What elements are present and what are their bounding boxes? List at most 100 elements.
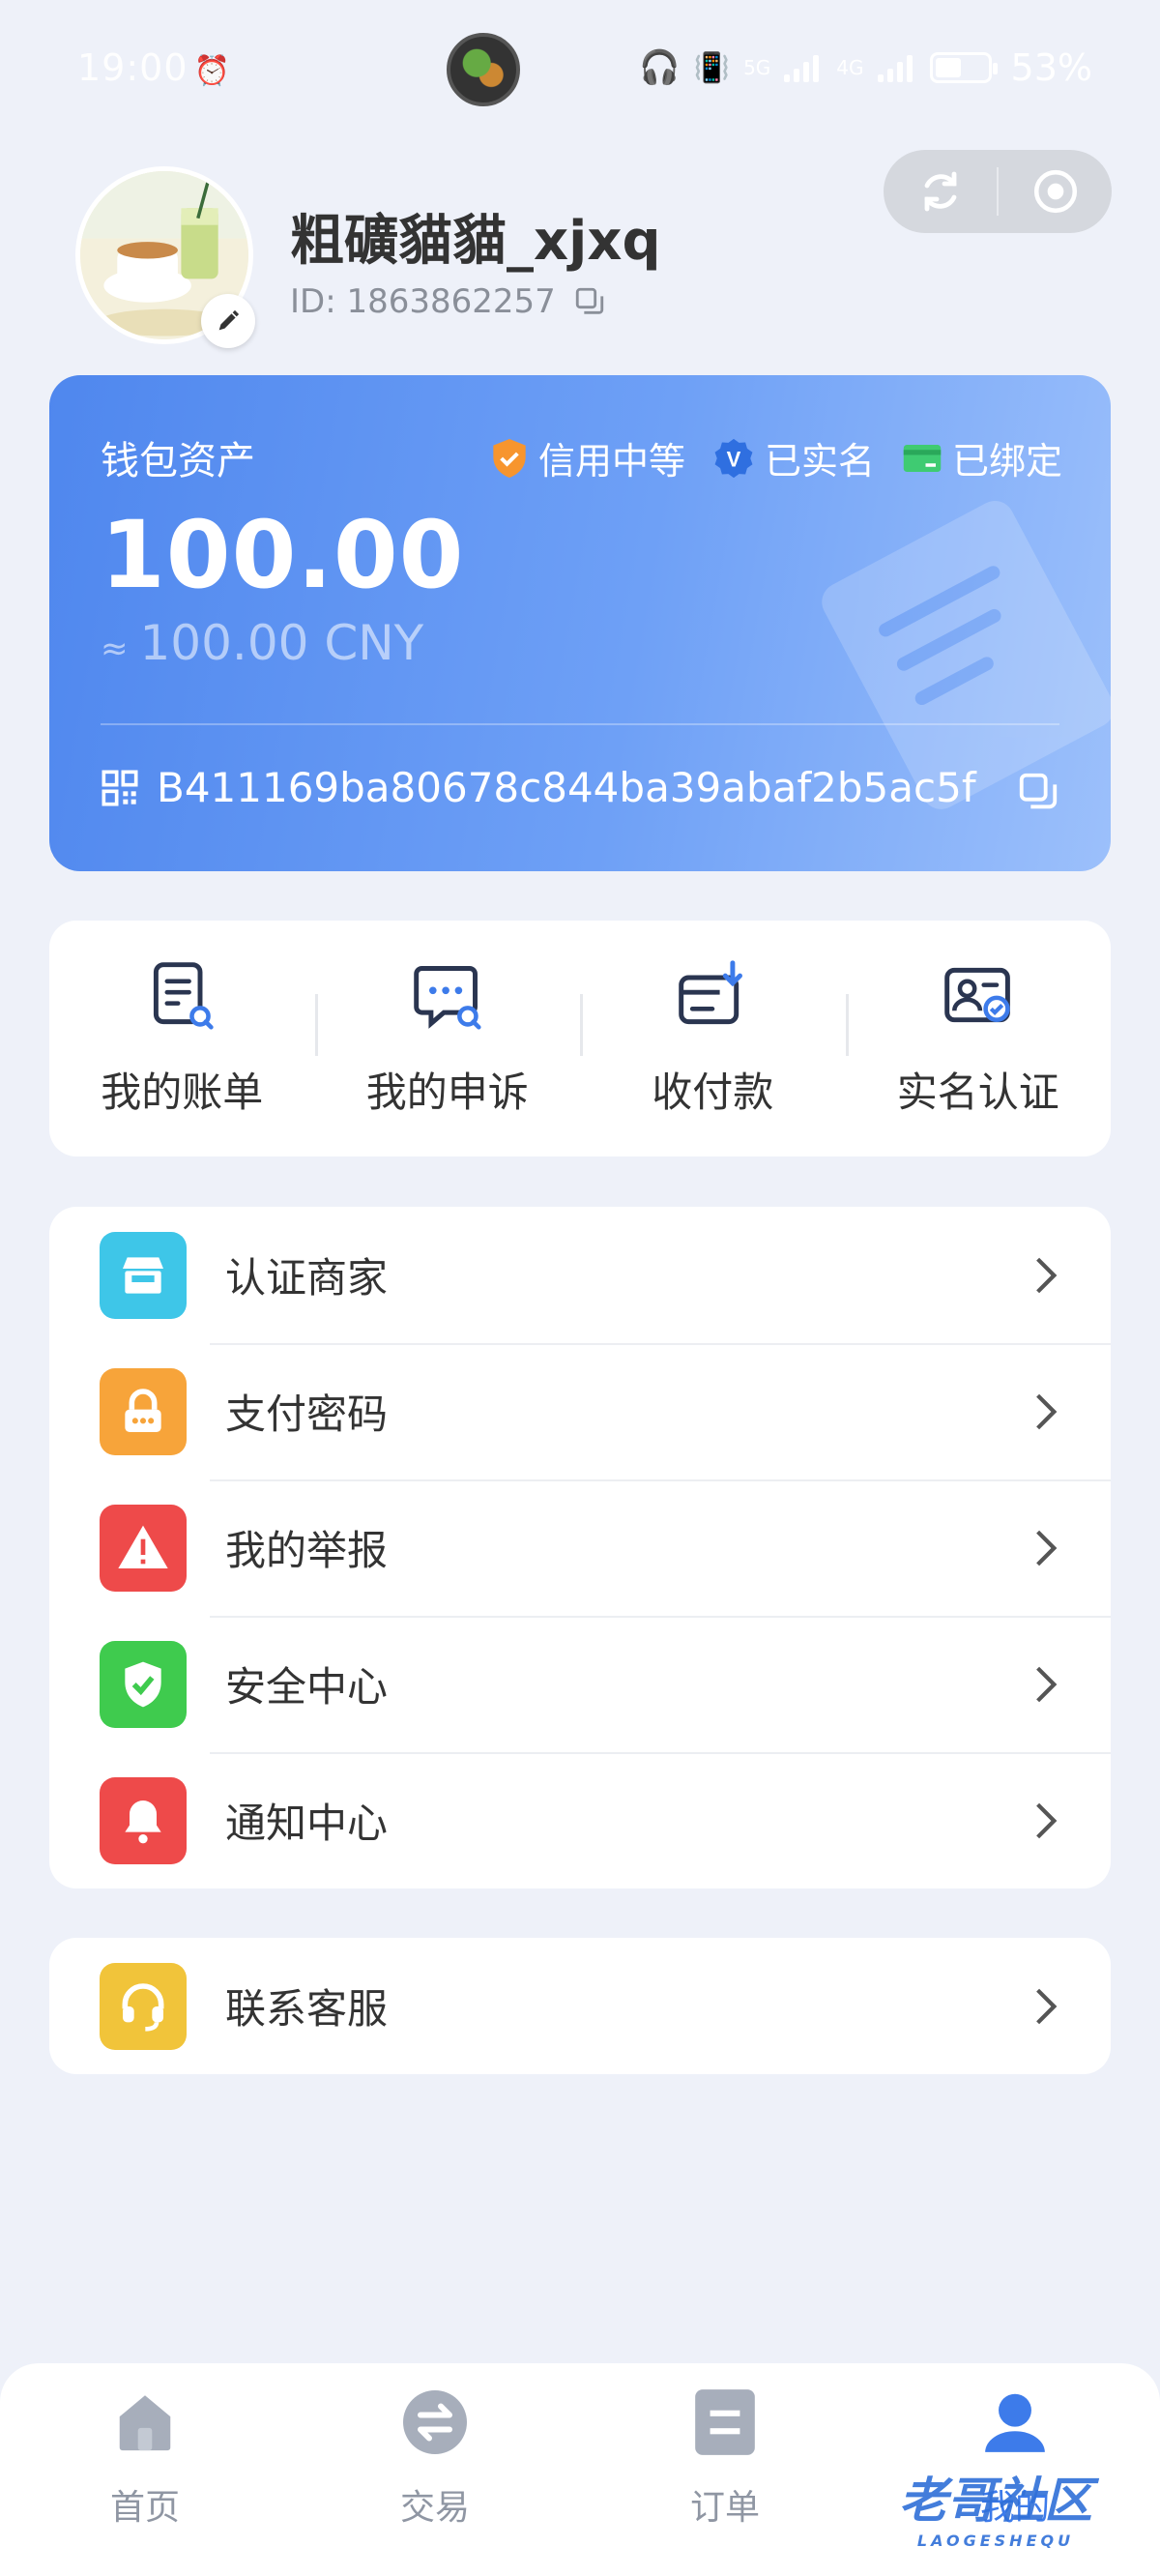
chevron-right-icon <box>1036 1988 1058 2024</box>
bound-badge: 已绑定 <box>902 431 1062 484</box>
user-id-row: ID: 1863862257 <box>290 282 606 321</box>
floating-app-icon[interactable] <box>447 33 520 106</box>
network-5g-label: 5G <box>743 56 771 79</box>
network-4g-label: 4G <box>836 56 864 79</box>
verified-v-icon: V <box>714 438 753 478</box>
menu-item-merchant[interactable]: 认证商家 <box>49 1207 1111 1343</box>
alarm-icon: ⏰ <box>193 54 231 88</box>
cny-amount: 100.00 CNY <box>139 615 424 671</box>
home-icon <box>109 2386 181 2458</box>
verified-badge: V 已实名 <box>712 431 875 484</box>
quick-actions: 我的账单 我的申诉 收付款 实名认证 <box>49 921 1111 1156</box>
bill-search-icon <box>154 961 214 1030</box>
menu-item-label: 支付密码 <box>225 1390 389 1438</box>
chat-search-icon <box>413 965 481 1030</box>
shield-check-icon <box>100 1640 187 1728</box>
wallet-badges: 信用中等 V 已实名 已绑定 <box>490 431 1062 484</box>
menu-item-label: 认证商家 <box>225 1254 389 1302</box>
wallet-card[interactable]: 钱包资产 信用中等 V 已实名 已绑定 100.00 ≈100.00 CNY B… <box>49 375 1111 871</box>
bell-icon <box>100 1776 187 1864</box>
wallet-amount: 100.00 <box>101 501 465 609</box>
wallet-address: B411169ba80678c844ba39abaf2b5ac5f <box>157 764 976 811</box>
clock-text: 19:00 <box>77 46 188 89</box>
verified-mark-text: V <box>727 447 741 471</box>
copy-icon <box>1019 773 1058 809</box>
quick-action-label: 我的申诉 <box>365 1068 529 1116</box>
vibrate-icon: 📳 <box>693 50 731 85</box>
wallet-cny: ≈100.00 CNY <box>101 615 423 671</box>
settings-menu: 认证商家 支付密码 我的举报 安全中心 通知中心 <box>49 1207 1111 1888</box>
nav-home[interactable]: 首页 <box>0 2363 290 2576</box>
menu-item-support[interactable]: 联系客服 <box>49 1938 1111 2074</box>
battery-percent: 53% <box>1010 46 1092 89</box>
order-icon <box>689 2386 761 2458</box>
pencil-icon <box>218 309 240 331</box>
credit-label: 信用中等 <box>537 440 685 483</box>
chevron-right-icon <box>1036 1802 1058 1838</box>
headset-icon <box>100 1962 187 2050</box>
bank-card-icon <box>903 444 942 472</box>
wallet-title: 钱包资产 <box>101 439 255 483</box>
wallet-address-row[interactable]: B411169ba80678c844ba39abaf2b5ac5f <box>101 764 976 811</box>
quick-action-label: 我的账单 <box>101 1068 264 1116</box>
chevron-right-icon <box>1036 1530 1058 1566</box>
quick-action-bills[interactable]: 我的账单 <box>49 921 315 1156</box>
approx-sign: ≈ <box>101 629 129 668</box>
menu-item-label: 我的举报 <box>225 1527 389 1574</box>
headphone-icon: 🎧 <box>639 48 681 87</box>
user-icon <box>979 2386 1051 2458</box>
quick-action-verify[interactable]: 实名认证 <box>845 921 1112 1156</box>
exchange-icon <box>399 2386 471 2458</box>
battery-icon <box>929 52 998 83</box>
verified-label: 已实名 <box>764 440 875 483</box>
menu-item-label: 联系客服 <box>225 1985 389 2033</box>
nav-trade[interactable]: 交易 <box>290 2363 580 2576</box>
status-bar: 19:00 ⏰ 🎧 📳 5G 4G 53% <box>0 0 1160 135</box>
menu-item-report[interactable]: 我的举报 <box>49 1479 1111 1616</box>
status-indicators: 🎧 📳 5G 4G 53% <box>639 46 1092 89</box>
chevron-right-icon <box>1036 1257 1058 1293</box>
menu-item-notifications[interactable]: 通知中心 <box>49 1752 1111 1888</box>
watermark-logo: 老哥社区 LAOGESHEQU <box>899 2462 1092 2550</box>
avatar-edit-button[interactable] <box>201 294 255 348</box>
signal-icon-2 <box>877 53 916 82</box>
store-icon <box>100 1231 187 1319</box>
target-icon <box>1033 169 1077 214</box>
refresh-button[interactable] <box>884 150 997 233</box>
watermark-subtext: LAOGESHEQU <box>916 2532 1075 2550</box>
menu-item-security[interactable]: 安全中心 <box>49 1616 1111 1752</box>
chevron-right-icon <box>1036 1666 1058 1702</box>
quick-action-label: 收付款 <box>652 1068 774 1116</box>
lock-icon <box>100 1367 187 1455</box>
menu-item-label: 安全中心 <box>225 1663 389 1711</box>
signal-icon <box>784 53 823 82</box>
top-capsule <box>884 150 1112 233</box>
credit-badge: 信用中等 <box>490 431 685 484</box>
username: 粗礦貓貓_xjxq <box>290 210 661 273</box>
shield-icon <box>493 438 526 478</box>
refresh-icon <box>924 171 956 212</box>
qr-code-icon <box>102 770 138 805</box>
quick-action-label: 实名认证 <box>896 1068 1059 1116</box>
quick-action-payments[interactable]: 收付款 <box>580 921 846 1156</box>
watermark-text: 老哥社区 <box>899 2473 1092 2529</box>
nav-label: 订单 <box>689 2488 760 2528</box>
nav-orders[interactable]: 订单 <box>580 2363 870 2576</box>
wallet-divider <box>101 723 1059 725</box>
quick-action-appeal[interactable]: 我的申诉 <box>314 921 581 1156</box>
nav-label: 交易 <box>399 2488 470 2528</box>
id-verify-icon <box>943 967 1010 1022</box>
copy-address-button[interactable] <box>1016 770 1060 818</box>
menu-item-pay-password[interactable]: 支付密码 <box>49 1343 1111 1479</box>
bound-label: 已绑定 <box>951 440 1062 483</box>
support-menu: 联系客服 <box>49 1938 1111 2074</box>
warning-icon <box>100 1504 187 1592</box>
menu-item-label: 通知中心 <box>225 1800 389 1847</box>
close-miniapp-button[interactable] <box>999 150 1112 233</box>
copy-id-icon[interactable] <box>573 285 606 318</box>
chevron-right-icon <box>1036 1393 1058 1429</box>
user-id: ID: 1863862257 <box>290 282 556 321</box>
status-time: 19:00 ⏰ <box>77 46 231 89</box>
card-receive-icon <box>679 959 743 1024</box>
nav-label: 首页 <box>109 2488 180 2528</box>
